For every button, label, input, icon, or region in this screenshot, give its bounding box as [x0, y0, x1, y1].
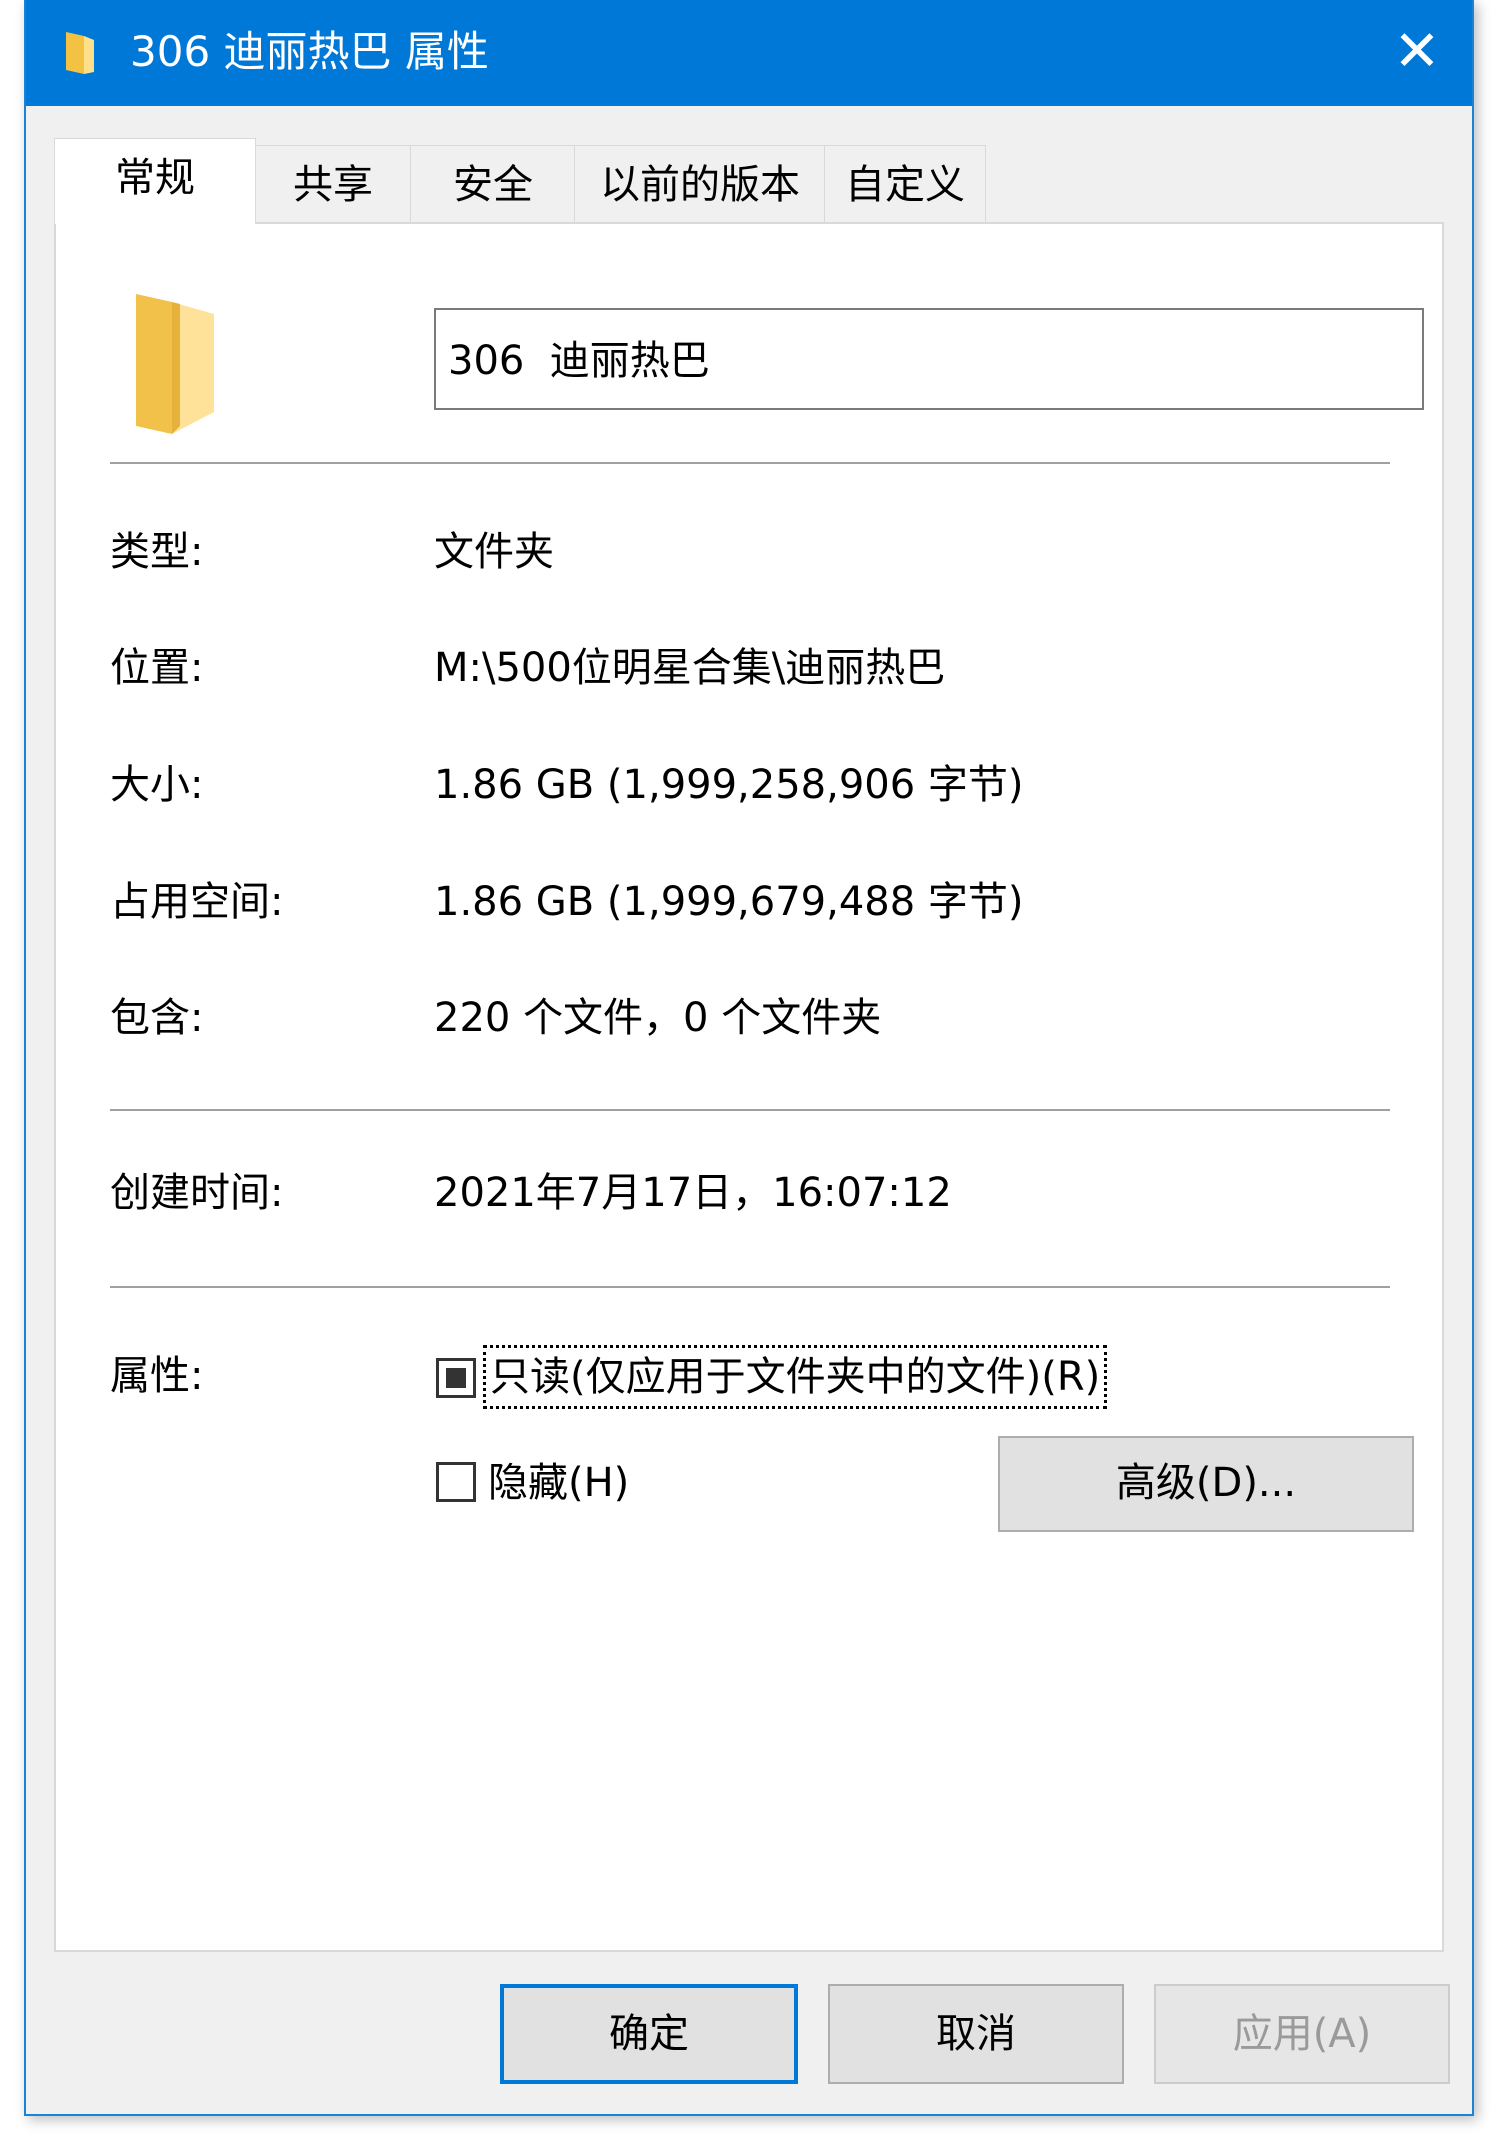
tab-label: 安全: [453, 162, 533, 208]
location-value: M:\500位明星合集\迪丽热巴: [434, 645, 946, 691]
cancel-button[interactable]: 取消: [828, 1984, 1124, 2084]
location-label: 位置:: [110, 645, 204, 691]
tab-security[interactable]: 安全: [410, 145, 576, 223]
window-title: 306 迪丽热巴 属性: [130, 27, 489, 76]
apply-button[interactable]: 应用(A): [1154, 1984, 1450, 2084]
tab-customize[interactable]: 自定义: [824, 145, 986, 223]
tab-sharing[interactable]: 共享: [254, 145, 412, 223]
folder-icon: [132, 294, 222, 438]
contains-value: 220 个文件，0 个文件夹: [434, 995, 882, 1041]
separator: [110, 462, 1390, 464]
separator: [110, 1286, 1390, 1288]
folder-name-input[interactable]: [434, 308, 1424, 410]
contains-label: 包含:: [110, 995, 204, 1041]
hidden-checkbox[interactable]: [436, 1462, 476, 1502]
close-button[interactable]: ✕: [1362, 0, 1472, 106]
properties-window: 306 迪丽热巴 属性 ✕ 常规 共享 安全 以前的版本 自定义 类型: 文件夹: [24, 0, 1474, 2116]
tab-general[interactable]: 常规: [54, 138, 256, 224]
title-bar[interactable]: 306 迪丽热巴 属性 ✕: [26, 0, 1472, 106]
tab-label: 以前的版本: [600, 162, 800, 208]
ok-button[interactable]: 确定: [500, 1984, 798, 2084]
close-icon: ✕: [1393, 19, 1441, 84]
readonly-label[interactable]: 只读(仅应用于文件夹中的文件)(R): [482, 1345, 1108, 1409]
size-label: 大小:: [110, 762, 204, 808]
tab-label: 常规: [115, 155, 195, 201]
created-label: 创建时间:: [110, 1170, 284, 1216]
attributes-label: 属性:: [110, 1353, 204, 1399]
size-on-disk-value: 1.86 GB (1,999,679,488 字节): [434, 879, 1024, 925]
hidden-label[interactable]: 隐藏(H): [488, 1456, 629, 1510]
created-value: 2021年7月17日，16:07:12: [434, 1170, 952, 1216]
readonly-checkbox[interactable]: [436, 1358, 476, 1398]
size-on-disk-label: 占用空间:: [110, 879, 284, 925]
separator: [110, 1109, 1390, 1111]
general-tab-panel: 类型: 文件夹 位置: M:\500位明星合集\迪丽热巴 大小: 1.86 GB…: [54, 222, 1444, 1952]
tab-label: 自定义: [845, 162, 965, 208]
advanced-button[interactable]: 高级(D)...: [998, 1436, 1414, 1532]
folder-icon: [62, 32, 98, 78]
tab-label: 共享: [293, 162, 373, 208]
type-value: 文件夹: [434, 529, 554, 575]
size-value: 1.86 GB (1,999,258,906 字节): [434, 762, 1024, 808]
tab-previous-versions[interactable]: 以前的版本: [574, 145, 826, 223]
type-label: 类型:: [110, 529, 204, 575]
